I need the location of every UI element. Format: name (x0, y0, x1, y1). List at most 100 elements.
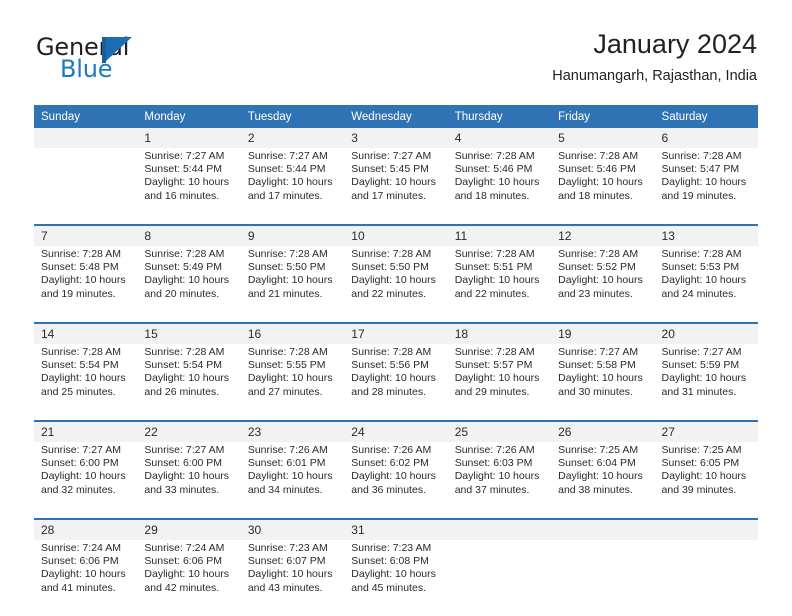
sunset-text: Sunset: 5:52 PM (558, 261, 636, 274)
day-number: 26 (551, 420, 655, 442)
daylight-text-2: and 25 minutes. (41, 385, 116, 398)
day-number: 7 (34, 224, 138, 246)
day-number: 29 (137, 518, 241, 540)
day-number: 5 (551, 128, 655, 148)
sunrise-text: Sunrise: 7:25 AM (661, 444, 742, 456)
sunrise-text: Sunrise: 7:28 AM (454, 150, 535, 162)
week-daynum-row: 1 2 3 4 5 6 (34, 128, 758, 148)
daylight-text-2: and 17 minutes. (247, 189, 323, 202)
page-header: General Blue January 2024 Hanumangarh, R… (0, 0, 792, 100)
sunset-text: Sunset: 5:46 PM (454, 163, 533, 176)
day-cell[interactable] (654, 540, 758, 616)
sunset-text: Sunset: 5:59 PM (661, 359, 740, 372)
daylight-text-2: and 37 minutes. (454, 483, 530, 496)
day-cell[interactable]: Sunrise: 7:28 AM Sunset: 5:46 PM Dayligh… (447, 148, 552, 225)
day-cell[interactable]: Sunrise: 7:27 AM Sunset: 5:45 PM Dayligh… (344, 148, 448, 225)
day-cell[interactable]: Sunrise: 7:28 AM Sunset: 5:55 PM Dayligh… (240, 344, 345, 421)
daylight-text-1: Daylight: 10 hours (558, 372, 643, 385)
sunrise-text: Sunrise: 7:25 AM (558, 444, 639, 456)
sunrise-text: Sunrise: 7:27 AM (558, 346, 639, 358)
day-cell[interactable] (447, 540, 552, 616)
daylight-text-2: and 43 minutes. (247, 581, 323, 594)
day-cell[interactable]: Sunrise: 7:28 AM Sunset: 5:53 PM Dayligh… (654, 246, 758, 323)
daylight-text-1: Daylight: 10 hours (351, 176, 436, 189)
day-cell[interactable]: Sunrise: 7:28 AM Sunset: 5:50 PM Dayligh… (240, 246, 345, 323)
sunrise-text: Sunrise: 7:28 AM (661, 150, 742, 162)
day-number: 24 (344, 420, 448, 442)
daylight-text-1: Daylight: 10 hours (351, 274, 436, 287)
day-cell[interactable]: Sunrise: 7:23 AM Sunset: 6:08 PM Dayligh… (344, 540, 448, 616)
day-number (551, 518, 655, 540)
sunrise-text: Sunrise: 7:28 AM (558, 150, 639, 162)
sunset-text: Sunset: 5:45 PM (351, 163, 429, 176)
day-cell[interactable]: Sunrise: 7:27 AM Sunset: 5:59 PM Dayligh… (654, 344, 758, 421)
day-cell[interactable] (551, 540, 655, 616)
day-cell[interactable]: Sunrise: 7:28 AM Sunset: 5:50 PM Dayligh… (344, 246, 448, 323)
sunrise-text: Sunrise: 7:28 AM (41, 248, 121, 260)
day-cell[interactable]: Sunrise: 7:28 AM Sunset: 5:52 PM Dayligh… (551, 246, 655, 323)
day-number: 20 (654, 322, 758, 344)
daylight-text-1: Daylight: 10 hours (661, 372, 747, 385)
daylight-text-1: Daylight: 10 hours (454, 176, 540, 189)
daylight-text-1: Daylight: 10 hours (41, 470, 126, 483)
day-cell[interactable]: Sunrise: 7:26 AM Sunset: 6:01 PM Dayligh… (240, 442, 345, 519)
day-cell[interactable]: Sunrise: 7:26 AM Sunset: 6:03 PM Dayligh… (447, 442, 552, 519)
day-cell[interactable]: Sunrise: 7:28 AM Sunset: 5:51 PM Dayligh… (447, 246, 552, 323)
day-number: 10 (344, 224, 448, 246)
sunset-text: Sunset: 5:56 PM (351, 359, 429, 372)
day-number: 27 (654, 420, 758, 442)
sunrise-text: Sunrise: 7:27 AM (247, 150, 328, 162)
daylight-text-2: and 32 minutes. (41, 483, 116, 496)
sunrise-text: Sunrise: 7:23 AM (247, 542, 328, 554)
sunrise-text: Sunrise: 7:27 AM (144, 150, 225, 162)
daylight-text-2: and 31 minutes. (661, 385, 737, 398)
sunset-text: Sunset: 6:06 PM (41, 555, 119, 568)
day-cell[interactable]: Sunrise: 7:24 AM Sunset: 6:06 PM Dayligh… (34, 540, 138, 616)
generalblue-logo[interactable]: General Blue (36, 33, 266, 85)
day-cell[interactable]: Sunrise: 7:24 AM Sunset: 6:06 PM Dayligh… (137, 540, 241, 616)
daylight-text-2: and 24 minutes. (661, 287, 737, 300)
sunrise-text: Sunrise: 7:28 AM (351, 248, 432, 260)
day-number: 31 (344, 518, 448, 540)
calendar-grid: Sunday Monday Tuesday Wednesday Thursday… (34, 105, 758, 616)
daylight-text-1: Daylight: 10 hours (41, 274, 126, 287)
calendar-page: General Blue January 2024 Hanumangarh, R… (0, 0, 792, 616)
day-number: 17 (344, 322, 448, 344)
day-cell[interactable]: Sunrise: 7:26 AM Sunset: 6:02 PM Dayligh… (344, 442, 448, 519)
day-cell[interactable]: Sunrise: 7:28 AM Sunset: 5:48 PM Dayligh… (34, 246, 138, 323)
daylight-text-2: and 36 minutes. (351, 483, 426, 496)
day-cell[interactable]: Sunrise: 7:28 AM Sunset: 5:56 PM Dayligh… (344, 344, 448, 421)
sunset-text: Sunset: 6:00 PM (144, 457, 223, 470)
sunrise-text: Sunrise: 7:28 AM (351, 346, 432, 358)
day-cell[interactable]: Sunrise: 7:28 AM Sunset: 5:47 PM Dayligh… (654, 148, 758, 225)
day-cell[interactable]: Sunrise: 7:23 AM Sunset: 6:07 PM Dayligh… (240, 540, 345, 616)
daylight-text-2: and 42 minutes. (144, 581, 220, 594)
day-cell[interactable] (34, 148, 138, 225)
daylight-text-1: Daylight: 10 hours (661, 470, 747, 483)
day-cell[interactable]: Sunrise: 7:27 AM Sunset: 5:44 PM Dayligh… (240, 148, 345, 225)
week-daynum-row: 14 15 16 17 18 19 20 (34, 322, 758, 344)
day-number: 4 (447, 128, 552, 148)
day-cell[interactable]: Sunrise: 7:28 AM Sunset: 5:54 PM Dayligh… (137, 344, 241, 421)
day-cell[interactable]: Sunrise: 7:27 AM Sunset: 5:58 PM Dayligh… (551, 344, 655, 421)
daylight-text-2: and 20 minutes. (144, 287, 220, 300)
daylight-text-1: Daylight: 10 hours (558, 470, 643, 483)
day-cell[interactable]: Sunrise: 7:28 AM Sunset: 5:49 PM Dayligh… (137, 246, 241, 323)
daylight-text-2: and 26 minutes. (144, 385, 220, 398)
day-cell[interactable]: Sunrise: 7:25 AM Sunset: 6:04 PM Dayligh… (551, 442, 655, 519)
day-number (654, 518, 758, 540)
day-cell[interactable]: Sunrise: 7:27 AM Sunset: 6:00 PM Dayligh… (137, 442, 241, 519)
daylight-text-2: and 41 minutes. (41, 581, 116, 594)
day-cell[interactable]: Sunrise: 7:28 AM Sunset: 5:54 PM Dayligh… (34, 344, 138, 421)
day-cell[interactable]: Sunrise: 7:27 AM Sunset: 5:44 PM Dayligh… (137, 148, 241, 225)
week-detail-row: Sunrise: 7:27 AM Sunset: 6:00 PM Dayligh… (34, 442, 758, 519)
day-cell[interactable]: Sunrise: 7:28 AM Sunset: 5:57 PM Dayligh… (447, 344, 552, 421)
day-cell[interactable]: Sunrise: 7:28 AM Sunset: 5:46 PM Dayligh… (551, 148, 655, 225)
daylight-text-2: and 17 minutes. (351, 189, 426, 202)
daylight-text-1: Daylight: 10 hours (247, 568, 333, 581)
day-cell[interactable]: Sunrise: 7:25 AM Sunset: 6:05 PM Dayligh… (654, 442, 758, 519)
daylight-text-1: Daylight: 10 hours (454, 470, 540, 483)
day-cell[interactable]: Sunrise: 7:27 AM Sunset: 6:00 PM Dayligh… (34, 442, 138, 519)
day-number (447, 518, 552, 540)
page-title: January 2024 (593, 29, 757, 59)
